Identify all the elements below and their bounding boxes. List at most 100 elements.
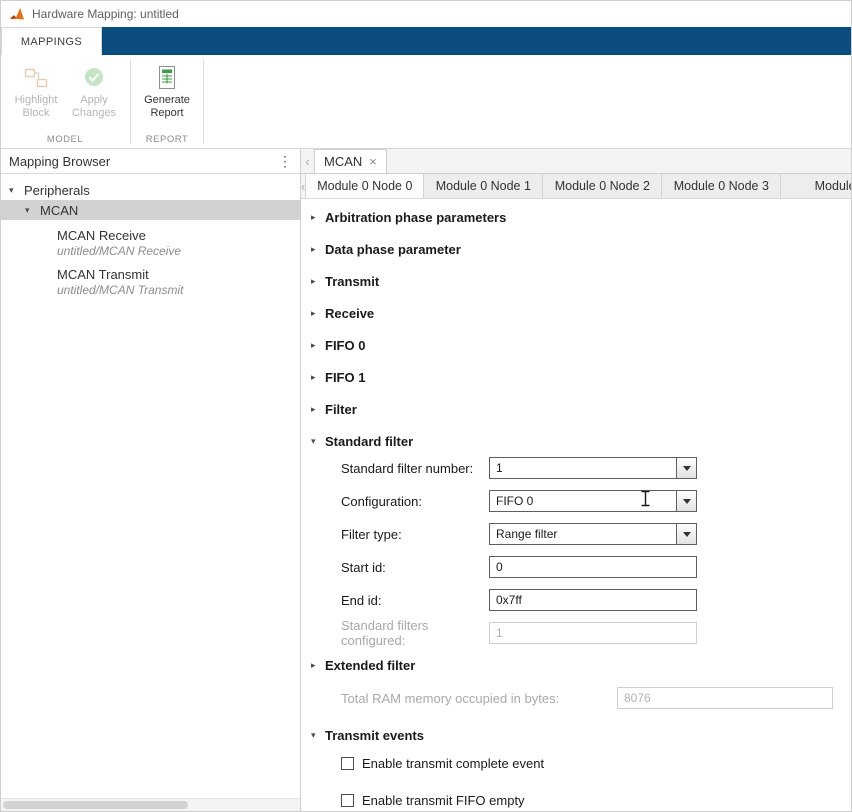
caret-collapsed-icon: ▸ [311, 244, 321, 255]
ribbon-toolbar: Highlight Block Apply Changes MODEL Gene… [1, 55, 851, 149]
hardware-mapping-window: Hardware Mapping: untitled MAPPINGS High… [0, 0, 852, 812]
chevron-down-icon [683, 466, 691, 471]
horizontal-scrollbar[interactable] [1, 798, 300, 811]
tree-item-peripherals[interactable]: ▾ Peripherals [1, 180, 300, 200]
caret-collapsed-icon: ▸ [311, 340, 321, 351]
tab-module0-node2[interactable]: Module 0 Node 2 [543, 174, 662, 198]
block-path: untitled/MCAN Receive [57, 244, 300, 259]
caret-collapsed-icon: ▸ [311, 276, 321, 287]
section-transmit-events[interactable]: ▾ Transmit events [311, 725, 851, 745]
field-standard-filters-configured: Standard filters configured: [311, 622, 851, 644]
section-data-phase[interactable]: ▸ Data phase parameter [311, 239, 851, 259]
section-title: Data phase parameter [325, 242, 461, 257]
field-configuration: Configuration: FIFO 0 [311, 490, 851, 512]
mapping-browser-panel: Mapping Browser ⋮ ▾ Peripherals ▾ MCAN M… [1, 149, 301, 811]
field-total-ram: Total RAM memory occupied in bytes: [311, 687, 851, 709]
field-label: Filter type: [341, 527, 489, 542]
section-extended-filter[interactable]: ▸ Extended filter [311, 655, 851, 675]
generate-report-label: Generate Report [138, 94, 196, 120]
generate-report-button[interactable]: Generate Report [138, 61, 196, 120]
block-name: MCAN Transmit [57, 267, 300, 283]
section-title: FIFO 1 [325, 370, 365, 385]
doc-tab-label: MCAN [324, 154, 362, 169]
toolbar-separator [130, 59, 131, 144]
field-label: Standard filter number: [341, 461, 489, 476]
chevron-down-icon [683, 532, 691, 537]
tree-item-mcan-receive[interactable]: MCAN Receive untitled/MCAN Receive [1, 228, 300, 259]
section-title: Extended filter [325, 658, 415, 673]
field-label: Start id: [341, 560, 489, 575]
tree-item-label: MCAN [40, 203, 78, 218]
generate-report-icon [154, 65, 180, 91]
dropdown-value: 1 [490, 458, 676, 478]
field-start-id: Start id: [311, 556, 851, 578]
document-tab-bar: ‹ MCAN × [301, 149, 851, 174]
checkbox-label: Enable transmit complete event [362, 756, 544, 771]
tab-module0-node0[interactable]: Module 0 Node 0 [305, 174, 424, 198]
section-fifo0[interactable]: ▸ FIFO 0 [311, 335, 851, 355]
group-label-model: MODEL [1, 134, 129, 145]
caret-expanded-icon[interactable]: ▾ [25, 205, 35, 216]
tree-item-mcan-selected[interactable]: ▾ MCAN [1, 200, 300, 220]
field-end-id: End id: [311, 589, 851, 611]
section-fifo1[interactable]: ▸ FIFO 1 [311, 367, 851, 387]
transmit-fifo-empty-checkbox[interactable] [341, 794, 354, 807]
section-receive[interactable]: ▸ Receive [311, 303, 851, 323]
dropdown-arrow-button[interactable] [676, 458, 696, 478]
window-title: Hardware Mapping: untitled [32, 7, 179, 21]
main-area: Mapping Browser ⋮ ▾ Peripherals ▾ MCAN M… [1, 149, 851, 811]
field-filter-type: Filter type: Range filter [311, 523, 851, 545]
section-title: Transmit events [325, 728, 424, 743]
ribbon-header-bar [102, 27, 851, 55]
standard-filter-number-dropdown[interactable]: 1 [489, 457, 697, 479]
mapping-browser-title: Mapping Browser [9, 154, 110, 169]
tab-module0-node3[interactable]: Module 0 Node 3 [662, 174, 781, 198]
caret-expanded-icon[interactable]: ▾ [9, 185, 19, 196]
configuration-dropdown[interactable]: FIFO 0 [489, 490, 697, 512]
section-arbitration-phase[interactable]: ▸ Arbitration phase parameters [311, 207, 851, 227]
doc-tab-mcan[interactable]: MCAN × [314, 149, 387, 173]
field-label: End id: [341, 593, 489, 608]
caret-collapsed-icon: ▸ [311, 660, 321, 671]
checkbox-row-transmit-fifo-empty: Enable transmit FIFO empty [311, 790, 851, 810]
highlight-block-label: Highlight Block [7, 94, 65, 120]
dropdown-value: FIFO 0 [490, 491, 676, 511]
section-title: FIFO 0 [325, 338, 365, 353]
section-filter[interactable]: ▸ Filter [311, 399, 851, 419]
total-ram-input [617, 687, 833, 709]
section-title: Standard filter [325, 434, 413, 449]
end-id-input[interactable] [489, 589, 697, 611]
caret-collapsed-icon: ▸ [311, 372, 321, 383]
caret-expanded-icon: ▾ [311, 436, 321, 447]
section-transmit[interactable]: ▸ Transmit [311, 271, 851, 291]
dropdown-arrow-button[interactable] [676, 524, 696, 544]
tree-item-label: Peripherals [24, 183, 90, 198]
overflow-menu-icon[interactable]: ⋮ [278, 153, 292, 170]
start-id-input[interactable] [489, 556, 697, 578]
checkbox-row-transmit-complete: Enable transmit complete event [311, 753, 851, 773]
section-standard-filter[interactable]: ▾ Standard filter [311, 431, 851, 451]
tab-scroll-left-icon[interactable]: ‹ [301, 149, 314, 173]
transmit-complete-checkbox[interactable] [341, 757, 354, 770]
tab-mappings[interactable]: MAPPINGS [1, 27, 102, 55]
scrollbar-thumb[interactable] [3, 801, 188, 809]
field-label: Standard filters configured: [341, 618, 489, 648]
toolbar-separator [203, 59, 204, 144]
caret-collapsed-icon: ▸ [311, 404, 321, 415]
block-path: untitled/MCAN Transmit [57, 283, 300, 298]
tab-module1[interactable]: Module 1 [781, 174, 851, 198]
highlight-block-icon [23, 65, 49, 91]
apply-changes-icon [81, 65, 107, 91]
section-title: Filter [325, 402, 357, 417]
tab-module0-node1[interactable]: Module 0 Node 1 [424, 174, 543, 198]
chevron-down-icon [683, 499, 691, 504]
toolbar-group-report: Generate Report REPORT [132, 55, 202, 148]
field-label: Total RAM memory occupied in bytes: [341, 691, 617, 706]
tree-item-mcan-transmit[interactable]: MCAN Transmit untitled/MCAN Transmit [1, 267, 300, 298]
dropdown-arrow-button[interactable] [676, 491, 696, 511]
close-icon[interactable]: × [369, 155, 377, 168]
title-bar: Hardware Mapping: untitled [1, 1, 851, 27]
section-title: Transmit [325, 274, 379, 289]
filter-type-dropdown[interactable]: Range filter [489, 523, 697, 545]
block-name: MCAN Receive [57, 228, 300, 244]
